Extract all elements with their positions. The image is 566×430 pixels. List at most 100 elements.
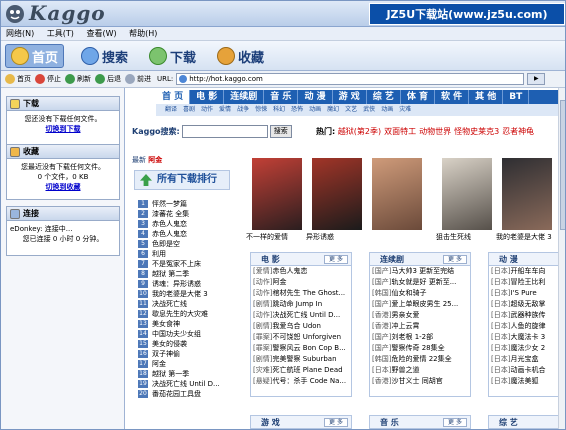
box-list-item[interactable]: [韩国]危险的爱情 22集全 (370, 354, 470, 365)
rank-item[interactable]: 10 我的老婆是大佬 3 (138, 289, 238, 299)
hot-item-link[interactable]: 忍者神龟 (502, 127, 534, 136)
box-list-item[interactable]: [剧情]跳动命 Jump In (251, 299, 351, 310)
category-tab[interactable]: 游 戏 (333, 90, 367, 104)
poster-image[interactable] (442, 158, 492, 230)
box-list-item[interactable]: [日本]超级无敌掌 (489, 299, 558, 310)
box-list-item[interactable]: [香港]沙甘义士 同胡官 (370, 376, 470, 387)
rank-item[interactable]: 16 双子神偷 (138, 349, 238, 359)
genre-link[interactable]: 恐怖 (288, 104, 306, 116)
poster-image[interactable] (502, 158, 552, 230)
refresh-button[interactable]: 刷新 (65, 74, 91, 84)
box-list-item[interactable]: [国产]刘老根 1-2部 (370, 332, 470, 343)
rank-item[interactable]: 6 利用 (138, 249, 238, 259)
hot-item-link[interactable]: 双面特工 (384, 127, 416, 136)
search-tab-button[interactable]: 搜索 (81, 44, 128, 68)
rank-title-link[interactable]: 阿金 (152, 359, 166, 369)
genre-link[interactable]: 战争 (234, 104, 252, 116)
rank-title-link[interactable]: 双子神偷 (152, 349, 180, 359)
rank-title-link[interactable]: 决战死亡线 (152, 299, 187, 309)
favorites-panel-header[interactable]: 收藏 (7, 145, 119, 159)
rank-item[interactable]: 4 赤色人鬼恋 (138, 229, 238, 239)
category-tab[interactable]: 首 页 (156, 90, 191, 104)
more-button[interactable]: 更 多 (324, 418, 348, 427)
category-tab[interactable]: 音 乐 (264, 90, 299, 104)
box-list-item[interactable]: [国产]警察传奇 28集全 (370, 343, 470, 354)
more-button[interactable]: 更 多 (324, 255, 348, 264)
box-list-item[interactable]: [动作]阿金 (251, 277, 351, 288)
category-tab[interactable]: 电 影 (190, 90, 225, 104)
box-list-item[interactable]: [动作]决战死亡线 Until D... (251, 310, 351, 321)
rank-title-link[interactable]: 中国功夫少女组 (152, 329, 201, 339)
rank-title-link[interactable]: 漆蕃花 全集 (152, 209, 189, 219)
rank-item[interactable]: 19 决战死亡线 Until D... (138, 379, 238, 389)
box-list-item[interactable]: [日本]月光宝盒 (489, 354, 558, 365)
rank-item[interactable]: 8 越狱 第二季 (138, 269, 238, 279)
rank-item[interactable]: 7 不是冤家不上床 (138, 259, 238, 269)
box-list-item[interactable]: [韩国]仙女和骑子 (370, 288, 470, 299)
rank-item[interactable]: 15 美女的侵袭 (138, 339, 238, 349)
box-list-item[interactable]: [日本]魔法美狐 (489, 376, 558, 387)
more-button[interactable]: 更 多 (443, 418, 467, 427)
box-list-item[interactable]: [国产]爱上单眼皮男生 25... (370, 299, 470, 310)
poster-image[interactable] (372, 158, 422, 230)
rank-title-link[interactable]: 越狱 第二季 (152, 269, 189, 279)
menu-tools[interactable]: 工具(T) (42, 27, 79, 41)
switch-to-favorites-link[interactable]: 切换到收藏 (46, 183, 81, 191)
box-list-item[interactable]: [国产]马大帅3 更新至完结 (370, 266, 470, 277)
genre-link[interactable]: 文艺 (342, 104, 360, 116)
rank-item[interactable]: 11 决战死亡线 (138, 299, 238, 309)
rank-item[interactable]: 20 番茄花园工具盘 (138, 389, 238, 399)
connection-panel-header[interactable]: 连接 (7, 207, 119, 221)
box-list-item[interactable]: [日本]动画卡机合 (489, 365, 558, 376)
stop-button[interactable]: 停止 (35, 74, 61, 84)
kaggo-search-button[interactable]: 搜索 (269, 125, 292, 138)
box-list-item[interactable]: [国产]轨女就是好 更新至... (370, 277, 470, 288)
rank-title-link[interactable]: 我的老婆是大佬 3 (152, 289, 208, 299)
genre-link[interactable]: 喜剧 (180, 104, 198, 116)
genre-link[interactable]: 翻译 (162, 104, 180, 116)
rank-item[interactable]: 17 阿金 (138, 359, 238, 369)
menu-network[interactable]: 网络(N) (1, 27, 39, 41)
rank-title-link[interactable]: 决战死亡线 Until D... (152, 379, 220, 389)
poster-caption[interactable]: 我的老婆是大佬 3 (496, 232, 558, 242)
box-list-item[interactable]: [日本]人鱼的旋律 (489, 321, 558, 332)
home-tab-button[interactable]: 首页 (5, 44, 65, 68)
rank-item[interactable]: 1 怦然一梦篇 (138, 199, 238, 209)
rank-title-link[interactable]: 赤色人鬼恋 (152, 229, 187, 239)
box-list-item[interactable]: [日本]武器种族传 (489, 310, 558, 321)
poster-image[interactable] (312, 158, 362, 230)
category-tab[interactable]: 动 漫 (298, 90, 333, 104)
rank-item[interactable]: 12 歇息先生的大灾难 (138, 309, 238, 319)
rank-title-link[interactable]: 色即是空 (152, 239, 180, 249)
box-list-item[interactable]: [动作]棺材先生 The Ghost... (251, 288, 351, 299)
box-list-item[interactable]: [日本]大魔法卡 3 (489, 332, 558, 343)
rank-title-link[interactable]: 怦然一梦篇 (152, 199, 187, 209)
rank-item[interactable]: 18 越狱 第一季 (138, 369, 238, 379)
genre-link[interactable]: 武侠 (360, 104, 378, 116)
vertical-scrollbar[interactable] (558, 88, 565, 429)
download-tab-button[interactable]: 下载 (149, 44, 196, 68)
menu-help[interactable]: 帮助(H) (124, 27, 162, 41)
genre-link[interactable]: 动画 (378, 104, 396, 116)
newest-item-link[interactable]: 阿金 (148, 156, 162, 164)
category-tab[interactable]: 体 育 (401, 90, 435, 104)
rank-item[interactable]: 2 漆蕃花 全集 (138, 209, 238, 219)
rank-title-link[interactable]: 不是冤家不上床 (152, 259, 201, 269)
poster-image[interactable] (252, 158, 302, 230)
url-input[interactable]: http://hot.kaggo.com (176, 73, 525, 85)
category-tab[interactable]: 其 他 (469, 90, 504, 104)
genre-link[interactable]: 科幻 (270, 104, 288, 116)
category-tab[interactable]: 软 件 (435, 90, 470, 104)
download-panel-header[interactable]: 下载 (7, 97, 119, 111)
scrollbar-thumb[interactable] (560, 100, 565, 230)
poster-caption[interactable]: 异形诱惑 (306, 232, 378, 242)
box-list-item[interactable]: [剧情]我爱乌合 Udon (251, 321, 351, 332)
favorites-tab-button[interactable]: 收藏 (217, 44, 264, 68)
genre-link[interactable]: 惊悚 (252, 104, 270, 116)
box-list-item[interactable]: [剧情]完美警察 Suburban (251, 354, 351, 365)
category-tab[interactable]: BT (503, 90, 530, 104)
rank-item[interactable]: 13 美女食神 (138, 319, 238, 329)
kaggo-search-input[interactable] (181, 125, 268, 138)
rank-title-link[interactable]: 美女食神 (152, 319, 180, 329)
box-list-item[interactable]: [日本]I'S Pure (489, 288, 558, 299)
